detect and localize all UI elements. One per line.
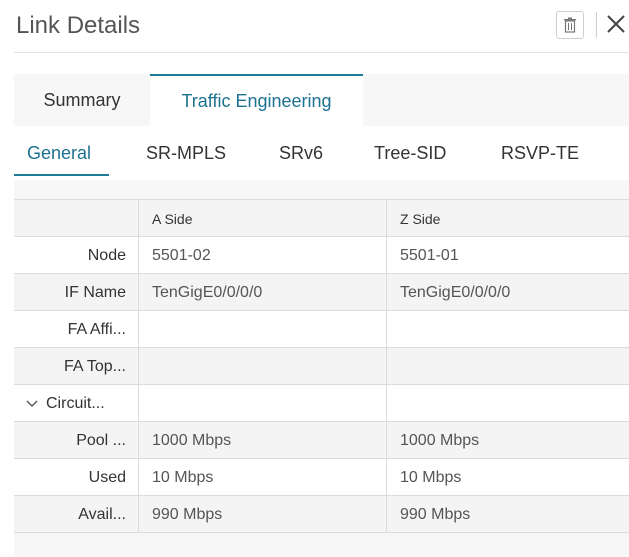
a-side-value: TenGigE0/0/0/0 — [138, 274, 386, 311]
tab-summary[interactable]: Summary — [14, 74, 150, 126]
link-details-table: A Side Z Side Node 5501-02 5501-01 IF Na… — [14, 199, 629, 550]
table-row: Avail... 990 Mbps 990 Mbps — [14, 496, 629, 533]
row-label: Used — [88, 468, 126, 486]
z-side-value: 1000 Mbps — [386, 422, 629, 459]
z-side-value — [386, 385, 629, 422]
delete-button[interactable] — [556, 11, 584, 39]
chevron-down-icon[interactable] — [26, 395, 38, 413]
table-row: Node 5501-02 5501-01 — [14, 237, 629, 274]
a-side-value: 1000 Mbps — [138, 422, 386, 459]
subtab-srv6[interactable]: SRv6 — [279, 126, 323, 180]
a-side-value — [138, 385, 386, 422]
a-side-value: 990 Mbps — [138, 496, 386, 533]
tab-traffic-engineering[interactable]: Traffic Engineering — [150, 74, 363, 126]
subtab-general[interactable]: General — [27, 126, 91, 180]
header-divider — [596, 12, 597, 38]
a-side-value — [138, 348, 386, 385]
row-label: FA Top... — [64, 357, 126, 375]
row-label: Node — [87, 246, 126, 264]
group-toggle[interactable]: Circuit... — [14, 385, 138, 422]
column-header-z-side: Z Side — [386, 200, 629, 237]
subtab-bar: General SR-MPLS SRv6 Tree-SID RSVP-TE — [14, 126, 629, 180]
table-row-group[interactable]: Circuit... — [14, 385, 629, 422]
z-side-value: 10 Mbps — [386, 459, 629, 496]
trash-icon — [564, 17, 576, 33]
row-label: FA Affi... — [67, 320, 126, 338]
row-label: Circuit... — [46, 394, 105, 412]
a-side-value: 5501-02 — [138, 237, 386, 274]
z-side-value — [386, 348, 629, 385]
z-side-value: 5501-01 — [386, 237, 629, 274]
z-side-value — [386, 311, 629, 348]
z-side-value: TenGigE0/0/0/0 — [386, 274, 629, 311]
z-side-value: 990 Mbps — [386, 496, 629, 533]
subtab-sr-mpls[interactable]: SR-MPLS — [146, 126, 226, 180]
row-label: IF Name — [64, 283, 126, 301]
table-row: FA Affi... — [14, 311, 629, 348]
a-side-value — [138, 311, 386, 348]
row-label: Pool ... — [76, 431, 126, 449]
subtab-tree-sid[interactable]: Tree-SID — [374, 126, 446, 180]
table-row: Pool ... 1000 Mbps 1000 Mbps — [14, 422, 629, 459]
close-icon — [607, 15, 625, 33]
a-side-value: 10 Mbps — [138, 459, 386, 496]
close-button[interactable] — [603, 8, 629, 40]
table-header-row: A Side Z Side — [14, 200, 629, 237]
row-label: Avail... — [78, 505, 126, 523]
header-divider-line — [14, 52, 629, 53]
table-row: IF Name TenGigE0/0/0/0 TenGigE0/0/0/0 — [14, 274, 629, 311]
table-row: FA Top... — [14, 348, 629, 385]
table-row: Used 10 Mbps 10 Mbps — [14, 459, 629, 496]
page-title: Link Details — [16, 12, 141, 39]
subtab-rsvp-te[interactable]: RSVP-TE — [501, 126, 579, 180]
active-subtab-indicator — [14, 174, 109, 176]
panel-header: Link Details — [0, 0, 629, 52]
column-header-a-side: A Side — [138, 200, 386, 237]
column-header-attribute — [14, 200, 138, 237]
